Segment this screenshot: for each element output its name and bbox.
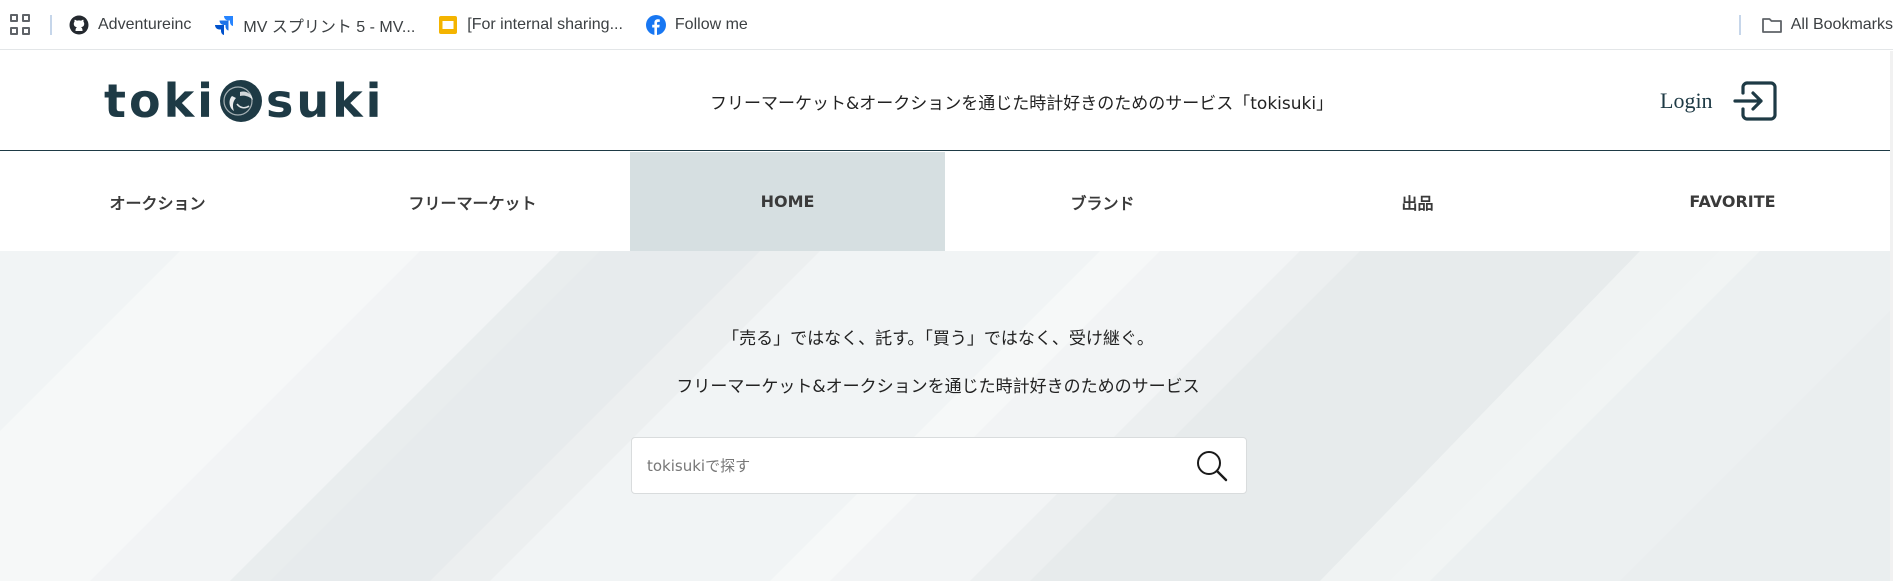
bookmark-adventureinc[interactable]: Adventureinc — [68, 14, 191, 36]
bookmark-internal-sharing[interactable]: [For internal sharing... — [437, 14, 623, 36]
bookmark-label: MV スプリント 5 - MV... — [243, 18, 416, 36]
login-icon — [1731, 78, 1779, 124]
folder-icon — [1761, 14, 1783, 36]
nav-item-label: フリーマーケット — [408, 193, 537, 213]
nav-item-label: 出品 — [1401, 193, 1434, 213]
logo-text-left: toki — [104, 74, 216, 128]
nav-item-label: ブランド — [1070, 193, 1135, 213]
login-button[interactable]: Login — [1660, 78, 1779, 124]
bookmarks-separator — [50, 14, 52, 35]
bookmark-label: Adventureinc — [98, 15, 192, 33]
slides-icon — [437, 14, 459, 36]
github-icon — [68, 14, 90, 36]
hero-catchphrase: 「売る」ではなく、託す。「買う」ではなく、受け継ぐ。 — [722, 329, 1154, 349]
logo-text-right: suki — [265, 74, 385, 128]
main-nav: オークション フリーマーケット HOME ブランド 出品 FAVORITE — [0, 152, 1890, 251]
nav-item-favorite[interactable]: FAVORITE — [1575, 152, 1890, 251]
nav-item-label: FAVORITE — [1689, 192, 1776, 211]
site-logo[interactable]: toki suki — [104, 73, 384, 129]
all-bookmarks[interactable]: All Bookmarks — [1738, 0, 1893, 50]
bookmarks-separator — [1738, 15, 1741, 35]
bookmark-label: Follow me — [674, 15, 748, 33]
site-header: toki suki フリーマーケット&オークションを通じた時計好きのためのサービ… — [0, 51, 1890, 151]
nav-item-auction[interactable]: オークション — [0, 152, 315, 251]
hero-description: フリーマーケット&オークションを通じた時計好きのためのサービス — [676, 377, 1200, 397]
nav-item-label: オークション — [109, 193, 206, 213]
nav-item-listing[interactable]: 出品 — [1260, 152, 1575, 251]
jira-icon — [213, 14, 235, 36]
hero-background-pattern — [0, 251, 1890, 581]
nav-item-brand[interactable]: ブランド — [945, 152, 1260, 251]
nav-item-label: HOME — [760, 192, 815, 211]
bookmark-follow-me[interactable]: Follow me — [645, 14, 748, 36]
nav-item-home[interactable]: HOME — [630, 152, 945, 251]
nav-item-flea-market[interactable]: フリーマーケット — [315, 152, 630, 251]
search-input[interactable] — [632, 438, 1190, 493]
hero-section: 「売る」ではなく、託す。「買う」ではなく、受け継ぐ。 フリーマーケット&オークシ… — [0, 251, 1890, 581]
apps-grid-icon[interactable] — [10, 13, 32, 36]
bookmarks-bar: Adventureinc MV スプリント 5 - MV... [For int… — [0, 0, 1893, 50]
all-bookmarks-label: All Bookmarks — [1790, 16, 1893, 33]
bookmark-label: [For internal sharing... — [467, 15, 623, 33]
header-tagline: フリーマーケット&オークションを通じた時計好きのためのサービス「tokisuki… — [710, 94, 1334, 114]
bookmark-mv-sprint[interactable]: MV スプリント 5 - MV... — [213, 13, 415, 37]
search-box — [631, 437, 1247, 494]
facebook-icon — [645, 14, 667, 36]
watch-logo-icon — [218, 78, 264, 124]
search-icon[interactable] — [1190, 444, 1234, 488]
login-label: Login — [1660, 88, 1713, 113]
